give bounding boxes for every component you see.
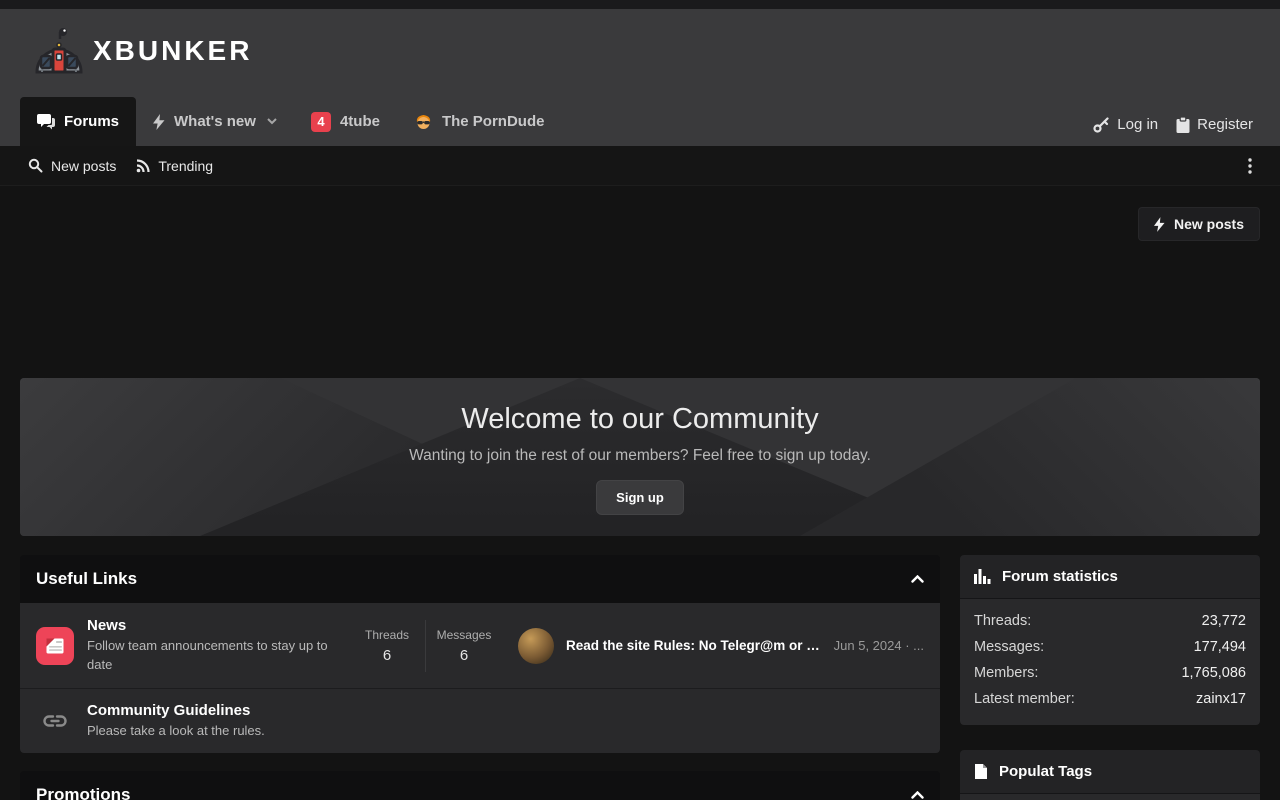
- banner-subtitle: Wanting to join the rest of our members?…: [20, 447, 1260, 465]
- stat-row: Latest member: zainx17: [974, 686, 1246, 712]
- key-icon: [1093, 117, 1110, 133]
- subnav-label: New posts: [51, 158, 116, 174]
- stat-value: 1,765,086: [1181, 665, 1246, 681]
- site-header: XBUNKER Forums What's new: [0, 9, 1280, 146]
- messages-value: 6: [428, 647, 500, 664]
- stat-divider: [425, 620, 426, 672]
- forum-statistics-header: Forum statistics: [960, 555, 1260, 599]
- 4tube-icon: 4: [311, 112, 331, 132]
- popular-tags-header: Populat Tags: [960, 750, 1260, 794]
- node-description: Follow team announcements to stay up to …: [87, 637, 339, 675]
- tab-whats-new[interactable]: What's new: [136, 97, 294, 146]
- messages-label: Messages: [428, 628, 500, 642]
- tab-4tube[interactable]: 4 4tube: [294, 97, 397, 146]
- node-title[interactable]: News: [87, 617, 339, 634]
- tab-label: The PornDude: [442, 113, 545, 130]
- subnav-new-posts[interactable]: New posts: [28, 158, 116, 174]
- stat-value: 23,772: [1202, 613, 1246, 629]
- node-description: Please take a look at the rules.: [87, 722, 265, 741]
- useful-links-header[interactable]: Useful Links: [20, 555, 940, 603]
- tab-label: What's new: [174, 113, 256, 130]
- node-stats: Threads 6 Messages 6: [351, 620, 500, 672]
- tab-porndude[interactable]: The PornDude: [397, 97, 562, 146]
- lightning-icon: [1154, 217, 1165, 232]
- stat-row: Threads: 23,772: [974, 608, 1246, 634]
- lightning-icon: [153, 114, 165, 130]
- popular-tags-body: [960, 794, 1260, 800]
- promotions-title: Promotions: [36, 785, 130, 800]
- bar-chart-icon: [974, 569, 991, 584]
- forum-node-news[interactable]: News Follow team announcements to stay u…: [20, 603, 940, 688]
- stat-label: Members:: [974, 665, 1038, 681]
- stat-row: Members: 1,765,086: [974, 660, 1246, 686]
- search-icon: [28, 158, 43, 173]
- banner-title: Welcome to our Community: [20, 403, 1260, 436]
- useful-links-body: News Follow team announcements to stay u…: [20, 603, 940, 753]
- rss-icon: [136, 159, 150, 173]
- stat-row: Messages: 177,494: [974, 634, 1246, 660]
- sign-up-button[interactable]: Sign up: [596, 480, 684, 515]
- tab-label: Forums: [64, 113, 119, 130]
- tab-label: 4tube: [340, 113, 380, 130]
- forum-statistics-title: Forum statistics: [1002, 568, 1118, 585]
- avatar[interactable]: [518, 628, 554, 664]
- stat-value: 177,494: [1194, 639, 1246, 655]
- useful-links-title: Useful Links: [36, 569, 137, 589]
- forum-statistics-panel: Forum statistics Threads: 23,772 Message…: [960, 555, 1260, 725]
- bunker-logo-icon: [33, 27, 85, 75]
- latest-thread-title[interactable]: Read the site Rules: No Telegr@m or Disc…: [566, 638, 829, 653]
- forum-node-guidelines[interactable]: Community Guidelines Please take a look …: [20, 688, 940, 753]
- brand[interactable]: XBUNKER: [33, 27, 252, 75]
- threads-value: 6: [351, 647, 423, 664]
- forums-icon: [37, 114, 55, 130]
- promotions-header[interactable]: Promotions: [20, 771, 940, 800]
- porndude-icon: [414, 113, 433, 130]
- stat-label: Threads:: [974, 613, 1031, 629]
- sub-navigation: New posts Trending: [0, 146, 1280, 186]
- latest-thread-meta: Jun 5, 2024 · ...: [834, 638, 924, 653]
- stat-label: Messages:: [974, 639, 1044, 655]
- link-icon: [36, 710, 74, 732]
- subnav-label: Trending: [158, 158, 213, 174]
- top-strip: [0, 0, 1280, 9]
- popular-tags-panel: Populat Tags: [960, 750, 1260, 800]
- threads-label: Threads: [351, 628, 423, 642]
- news-icon: [36, 627, 74, 665]
- chevron-up-icon[interactable]: [911, 575, 924, 583]
- register-label: Register: [1197, 116, 1253, 133]
- auth-links: Log in Register: [1093, 116, 1253, 133]
- subnav-trending[interactable]: Trending: [136, 158, 213, 174]
- new-posts-button-label: New posts: [1174, 216, 1244, 232]
- new-posts-button[interactable]: New posts: [1138, 207, 1260, 241]
- brand-title: XBUNKER: [93, 35, 252, 67]
- welcome-banner: Welcome to our Community Wanting to join…: [20, 378, 1260, 536]
- stat-value[interactable]: zainx17: [1196, 691, 1246, 707]
- page-content: New posts Welcome to our Community Wanti…: [0, 207, 1280, 800]
- chevron-up-icon[interactable]: [911, 791, 924, 799]
- register-link[interactable]: Register: [1176, 116, 1253, 133]
- main-tabs: Forums What's new 4 4tube: [20, 97, 561, 146]
- login-link[interactable]: Log in: [1093, 116, 1158, 133]
- clipboard-icon: [1176, 117, 1190, 133]
- chevron-down-icon: [267, 118, 277, 125]
- ellipsis-menu-icon[interactable]: [1248, 158, 1252, 174]
- forum-statistics-body: Threads: 23,772 Messages: 177,494 Member…: [960, 599, 1260, 725]
- latest-thread: Read the site Rules: No Telegr@m or Disc…: [518, 628, 924, 664]
- stat-label: Latest member:: [974, 691, 1075, 707]
- document-icon: [974, 763, 988, 780]
- popular-tags-title: Populat Tags: [999, 763, 1092, 780]
- tab-forums[interactable]: Forums: [20, 97, 136, 146]
- node-title[interactable]: Community Guidelines: [87, 702, 265, 719]
- login-label: Log in: [1117, 116, 1158, 133]
